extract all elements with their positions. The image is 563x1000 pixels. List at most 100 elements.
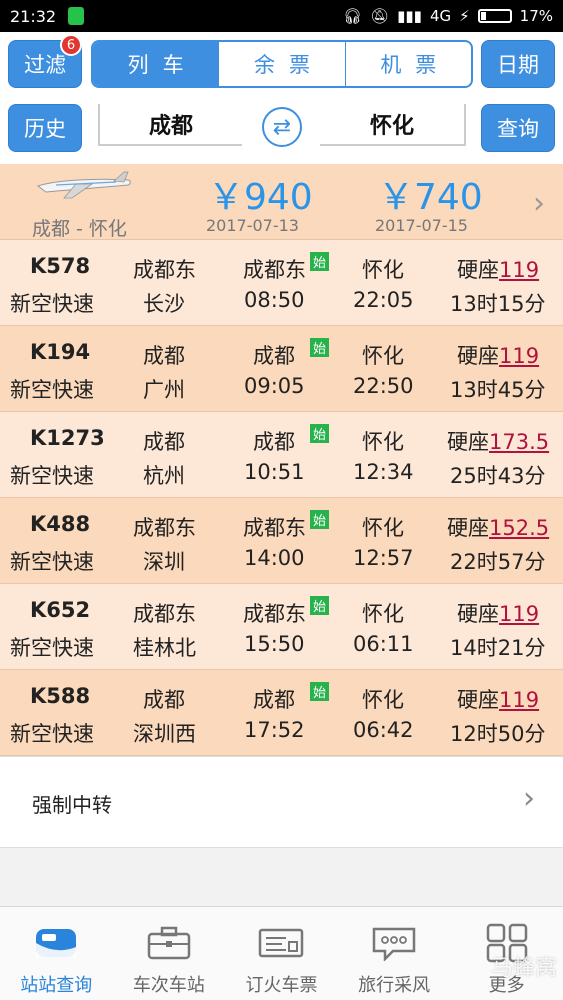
train-row[interactable]: K194 新空快速 成都 广州 成都 始 09:05 怀化 22:50 硬座11… bbox=[0, 326, 563, 412]
tab-station-query[interactable]: 站站查询 bbox=[0, 907, 113, 1000]
origin-city: 成都东 bbox=[133, 602, 196, 626]
arrive-time: 06:42 bbox=[353, 718, 414, 742]
destination-city: 杭州 bbox=[143, 464, 185, 488]
destination-city: 长沙 bbox=[143, 292, 185, 316]
depart-station: 成都东 bbox=[243, 258, 306, 282]
seat-price[interactable]: 119 bbox=[499, 258, 539, 282]
depart-time: 10:51 bbox=[244, 460, 305, 484]
train-number: K1273 bbox=[30, 426, 105, 450]
status-icons: 🎧︎ 🔕︎ ▮▮▮ 4G ⚡ 17% bbox=[343, 7, 553, 25]
train-row[interactable]: K578 新空快速 成都东 长沙 成都东 始 08:50 怀化 22:05 硬座… bbox=[0, 240, 563, 326]
ticket-icon bbox=[258, 923, 304, 963]
arrive-station: 怀化 bbox=[362, 602, 404, 626]
depart-station: 成都 bbox=[253, 344, 295, 368]
flight-route: 成都 - 怀化 bbox=[32, 218, 127, 240]
seat-price-line[interactable]: 硬座152.5 bbox=[447, 512, 549, 542]
seat-price-line[interactable]: 硬座119 bbox=[457, 254, 539, 284]
watermark: 马蜂窝 bbox=[490, 956, 557, 981]
tab-remaining-tickets[interactable]: 余票 bbox=[218, 42, 344, 86]
bottom-tab-bar: 站站查询 车次车站 订火车票 旅行采风 更多 bbox=[0, 906, 563, 1000]
destination-city: 深圳西 bbox=[133, 722, 196, 746]
battery-icon bbox=[477, 9, 512, 23]
train-icon bbox=[33, 923, 79, 963]
arrive-time: 12:34 bbox=[353, 460, 414, 484]
seat-price-line[interactable]: 硬座119 bbox=[457, 598, 539, 628]
train-type: 新空快速 bbox=[10, 722, 94, 746]
signal-icon: ▮▮▮ bbox=[397, 7, 422, 25]
query-button[interactable]: 查询 bbox=[481, 104, 555, 152]
depart-time: 09:05 bbox=[244, 374, 305, 398]
seat-type: 硬座 bbox=[447, 516, 489, 540]
start-station-badge: 始 bbox=[310, 510, 329, 529]
train-number: K578 bbox=[30, 254, 91, 278]
train-type: 新空快速 bbox=[10, 636, 94, 660]
flight-price[interactable]: ￥940 bbox=[208, 168, 313, 220]
travel-duration: 13时45分 bbox=[450, 378, 546, 402]
tab-trains[interactable]: 列车 bbox=[93, 42, 219, 86]
seat-price-line[interactable]: 硬座119 bbox=[457, 340, 539, 370]
tab-travel-notes[interactable]: 旅行采风 bbox=[338, 907, 451, 1000]
seat-price[interactable]: 152.5 bbox=[489, 516, 549, 540]
start-station-badge: 始 bbox=[310, 424, 329, 443]
train-type: 新空快速 bbox=[10, 464, 94, 488]
arrive-station: 怀化 bbox=[362, 258, 404, 282]
battery-percent: 17% bbox=[519, 7, 553, 25]
start-station-badge: 始 bbox=[310, 682, 329, 701]
tab-train-station[interactable]: 车次车站 bbox=[113, 907, 226, 1000]
flight-price-banner[interactable]: 成都 - 怀化 ￥940 2017-07-13 ￥740 2017-07-15 … bbox=[0, 164, 563, 240]
seat-price-line[interactable]: 硬座119 bbox=[457, 684, 539, 714]
tab-flights[interactable]: 机票 bbox=[344, 42, 471, 86]
destination-city: 深圳 bbox=[143, 550, 185, 574]
app-notification-icon bbox=[68, 7, 85, 25]
tab-book-ticket[interactable]: 订火车票 bbox=[225, 907, 338, 1000]
depart-time: 17:52 bbox=[244, 718, 305, 742]
seat-price[interactable]: 119 bbox=[499, 688, 539, 712]
seat-price[interactable]: 119 bbox=[499, 602, 539, 626]
seat-price[interactable]: 173.5 bbox=[489, 430, 549, 454]
train-number: K652 bbox=[30, 598, 91, 622]
seat-price-line[interactable]: 硬座173.5 bbox=[447, 426, 549, 456]
origin-city: 成都东 bbox=[133, 516, 196, 540]
status-time: 21:32 bbox=[10, 6, 57, 26]
start-station-badge: 始 bbox=[310, 252, 329, 271]
seat-type: 硬座 bbox=[457, 344, 499, 368]
mode-segmented-control: 列车 余票 机票 bbox=[91, 40, 473, 88]
chat-icon bbox=[371, 923, 417, 963]
depart-station: 成都东 bbox=[243, 602, 306, 626]
travel-duration: 12时50分 bbox=[450, 722, 546, 746]
filter-badge: 6 bbox=[60, 34, 82, 56]
arrive-station: 怀化 bbox=[362, 430, 404, 454]
seat-type: 硬座 bbox=[457, 602, 499, 626]
train-type: 新空快速 bbox=[10, 292, 94, 316]
forced-transfer-row[interactable]: 强制中转 › bbox=[0, 756, 563, 848]
search-header: 过滤 6 列车 余票 机票 日期 历史 成都 ⇄ 怀化 查询 bbox=[0, 32, 563, 164]
swap-stations-icon[interactable]: ⇄ bbox=[262, 107, 302, 147]
seat-type: 硬座 bbox=[457, 688, 499, 712]
origin-city: 成都东 bbox=[133, 258, 196, 282]
destination-city: 广州 bbox=[143, 378, 185, 402]
arrive-time: 22:50 bbox=[353, 374, 414, 398]
seat-price[interactable]: 119 bbox=[499, 344, 539, 368]
origin-city: 成都 bbox=[143, 344, 185, 368]
from-station-field[interactable]: 成都 bbox=[98, 104, 242, 146]
forced-transfer-label: 强制中转 bbox=[32, 793, 112, 817]
travel-duration: 25时43分 bbox=[450, 464, 546, 488]
status-bar: 21:32 🎧︎ 🔕︎ ▮▮▮ 4G ⚡ 17% bbox=[0, 0, 563, 32]
train-number: K194 bbox=[30, 340, 91, 364]
train-row[interactable]: K1273 新空快速 成都 杭州 成都 始 10:51 怀化 12:34 硬座1… bbox=[0, 412, 563, 498]
train-number: K488 bbox=[30, 512, 91, 536]
start-station-badge: 始 bbox=[310, 338, 329, 357]
history-button[interactable]: 历史 bbox=[8, 104, 82, 152]
to-station-field[interactable]: 怀化 bbox=[320, 104, 466, 146]
train-row[interactable]: K488 新空快速 成都东 深圳 成都东 始 14:00 怀化 12:57 硬座… bbox=[0, 498, 563, 584]
train-row[interactable]: K652 新空快速 成都东 桂林北 成都东 始 15:50 怀化 06:11 硬… bbox=[0, 584, 563, 670]
travel-duration: 22时57分 bbox=[450, 550, 546, 574]
arrive-station: 怀化 bbox=[362, 516, 404, 540]
train-row[interactable]: K588 新空快速 成都 深圳西 成都 始 17:52 怀化 06:42 硬座1… bbox=[0, 670, 563, 756]
date-button[interactable]: 日期 bbox=[481, 40, 555, 88]
flight-price[interactable]: ￥740 bbox=[378, 168, 483, 220]
origin-city: 成都 bbox=[143, 430, 185, 454]
seat-type: 硬座 bbox=[457, 258, 499, 282]
headphones-icon: 🎧︎ bbox=[343, 7, 363, 25]
start-station-badge: 始 bbox=[310, 596, 329, 615]
